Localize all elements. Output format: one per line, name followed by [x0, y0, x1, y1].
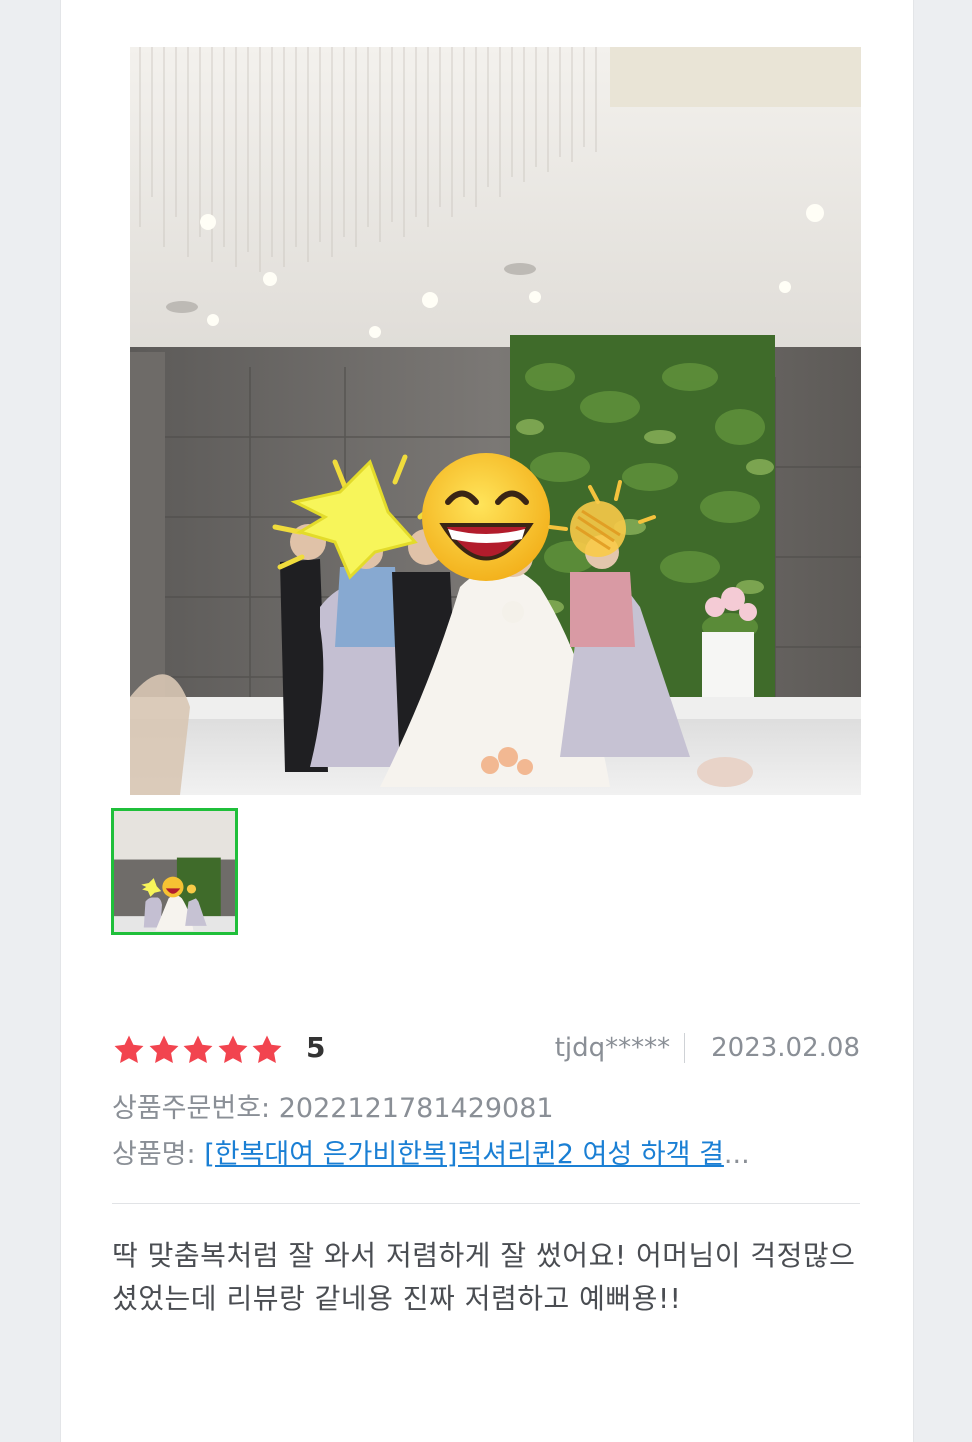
section-divider	[112, 1203, 860, 1204]
star-icon	[149, 1035, 178, 1064]
star-rating	[112, 1030, 285, 1070]
review-main-photo[interactable]	[130, 47, 861, 795]
order-number-value: 2022121781429081	[278, 1093, 554, 1124]
star-icon	[218, 1035, 247, 1064]
order-number-row: 상품주문번호: 2022121781429081	[112, 1091, 554, 1127]
rating-score: 5	[306, 1031, 326, 1064]
review-date: 2023.02.08	[711, 1033, 860, 1063]
product-name-label: 상품명:	[112, 1139, 196, 1170]
review-text: 딱 맞춤복처럼 잘 와서 저렴하게 잘 썼어요! 어머님이 걱정많으셨었는데 리…	[112, 1239, 856, 1315]
review-photo-thumbnail[interactable]	[111, 808, 238, 935]
product-name-ellipsis: ...	[723, 1139, 750, 1170]
rating-row: 5 tjdq***** 2023.02.08	[112, 1028, 860, 1072]
reviewer-id: tjdq*****	[554, 1033, 671, 1063]
wedding-photo-image	[130, 47, 861, 795]
star-icon	[114, 1035, 144, 1064]
wedding-thumbnail-image	[114, 811, 235, 932]
star-icon	[252, 1035, 282, 1064]
review-meta: tjdq***** 2023.02.08	[555, 1028, 860, 1068]
product-name-row: 상품명: [한복대여 은가비한복]럭셔리퀸2 여성 하객 결...	[112, 1137, 860, 1173]
meta-divider	[684, 1033, 686, 1063]
star-icon	[183, 1035, 213, 1064]
product-name-link[interactable]: [한복대여 은가비한복]럭셔리퀸2 여성 하객 결	[204, 1139, 724, 1170]
order-number-label: 상품주문번호:	[112, 1093, 271, 1124]
